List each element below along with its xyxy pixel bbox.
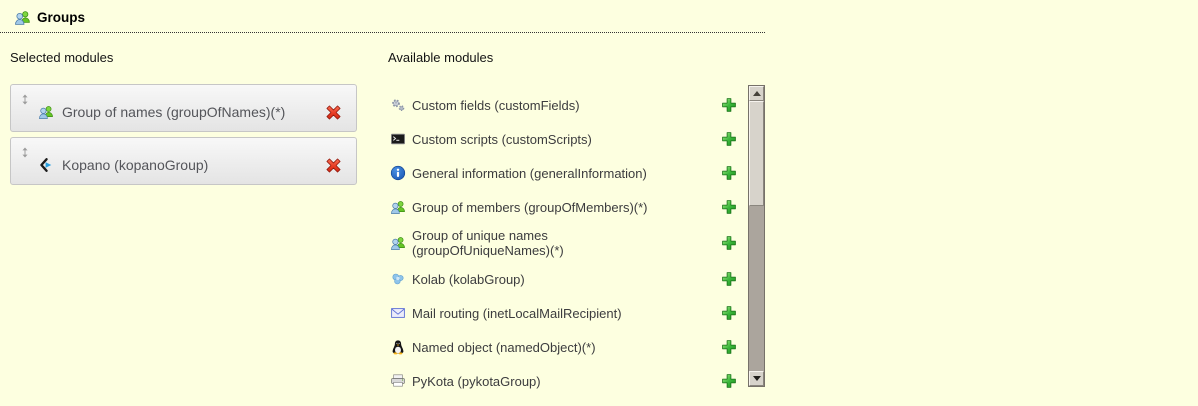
group-icon bbox=[390, 199, 406, 215]
add-plus-icon bbox=[721, 305, 737, 321]
section-header: Groups bbox=[0, 0, 765, 33]
add-plus-icon bbox=[721, 97, 737, 113]
available-module-row: Group of members (groupOfMembers)(*) bbox=[388, 190, 744, 224]
custom-scripts-icon bbox=[390, 131, 406, 147]
custom-fields-icon bbox=[390, 97, 406, 113]
add-module-button[interactable] bbox=[721, 97, 737, 113]
module-label: Group of members (groupOfMembers)(*) bbox=[412, 200, 648, 215]
module-label: Kolab (kolabGroup) bbox=[412, 272, 525, 287]
printer-icon bbox=[390, 373, 406, 389]
add-module-button[interactable] bbox=[721, 271, 737, 287]
delete-x-icon bbox=[325, 104, 342, 121]
mail-icon bbox=[390, 305, 406, 321]
selected-module-item[interactable]: Kopano (kopanoGroup) bbox=[10, 137, 357, 185]
available-modules-pane: Custom fields (customFields) Custom scri… bbox=[388, 85, 765, 389]
available-modules-list: Custom fields (customFields) Custom scri… bbox=[388, 85, 744, 389]
module-columns: Selected modules Group of names (groupOf… bbox=[10, 33, 1198, 389]
module-label: Custom fields (customFields) bbox=[412, 98, 580, 113]
add-module-button[interactable] bbox=[721, 235, 737, 251]
triangle-down-icon bbox=[753, 376, 761, 381]
add-module-button[interactable] bbox=[721, 131, 737, 147]
available-module-row: PyKota (pykotaGroup) bbox=[388, 364, 744, 389]
module-label: PyKota (pykotaGroup) bbox=[412, 374, 541, 389]
scrollbar-track[interactable] bbox=[749, 206, 764, 371]
module-label: General information (generalInformation) bbox=[412, 166, 647, 181]
available-module-row: Custom fields (customFields) bbox=[388, 88, 744, 122]
add-module-button[interactable] bbox=[721, 305, 737, 321]
add-module-button[interactable] bbox=[721, 199, 737, 215]
add-plus-icon bbox=[721, 199, 737, 215]
scroll-up-button[interactable] bbox=[749, 86, 764, 101]
group-icon bbox=[14, 9, 31, 26]
delete-x-icon bbox=[325, 157, 342, 174]
module-label: Mail routing (inetLocalMailRecipient) bbox=[412, 306, 622, 321]
remove-module-button[interactable] bbox=[325, 157, 342, 174]
available-module-row: Custom scripts (customScripts) bbox=[388, 122, 744, 156]
add-plus-icon bbox=[721, 373, 737, 389]
add-plus-icon bbox=[721, 235, 737, 251]
add-plus-icon bbox=[721, 271, 737, 287]
kolab-icon bbox=[390, 271, 406, 287]
add-plus-icon bbox=[721, 339, 737, 355]
add-module-button[interactable] bbox=[721, 373, 737, 389]
scrollbar[interactable] bbox=[748, 85, 765, 387]
scrollbar-thumb[interactable] bbox=[749, 101, 764, 206]
add-plus-icon bbox=[721, 131, 737, 147]
selected-modules-list: Group of names (groupOfNames)(*) Kopano … bbox=[10, 84, 357, 185]
group-icon bbox=[390, 235, 406, 251]
scroll-down-button[interactable] bbox=[749, 371, 764, 386]
selected-modules-label: Selected modules bbox=[10, 50, 357, 65]
available-module-row: Group of unique names (groupOfUniqueName… bbox=[388, 224, 744, 262]
add-module-button[interactable] bbox=[721, 165, 737, 181]
available-modules-column: Available modules Custom fields (customF… bbox=[388, 33, 765, 389]
available-module-row: Mail routing (inetLocalMailRecipient) bbox=[388, 296, 744, 330]
info-icon bbox=[390, 165, 406, 181]
group-icon bbox=[38, 104, 54, 120]
add-plus-icon bbox=[721, 165, 737, 181]
module-label: Group of unique names (groupOfUniqueName… bbox=[412, 228, 612, 258]
kopano-icon bbox=[38, 157, 54, 173]
add-module-button[interactable] bbox=[721, 339, 737, 355]
module-label: Named object (namedObject)(*) bbox=[412, 340, 596, 355]
available-modules-label: Available modules bbox=[388, 50, 765, 65]
tux-penguin-icon bbox=[390, 339, 406, 355]
module-label: Group of names (groupOfNames)(*) bbox=[62, 104, 325, 120]
remove-module-button[interactable] bbox=[325, 104, 342, 121]
page-title: Groups bbox=[37, 10, 85, 25]
triangle-up-icon bbox=[753, 91, 761, 96]
up-down-arrows-icon[interactable] bbox=[21, 93, 29, 106]
up-down-arrows-icon[interactable] bbox=[21, 146, 29, 159]
module-label: Custom scripts (customScripts) bbox=[412, 132, 592, 147]
module-label: Kopano (kopanoGroup) bbox=[62, 157, 325, 173]
selected-modules-column: Selected modules Group of names (groupOf… bbox=[10, 33, 357, 389]
selected-module-item[interactable]: Group of names (groupOfNames)(*) bbox=[10, 84, 357, 132]
available-module-row: General information (generalInformation) bbox=[388, 156, 744, 190]
available-module-row: Named object (namedObject)(*) bbox=[388, 330, 744, 364]
available-module-row: Kolab (kolabGroup) bbox=[388, 262, 744, 296]
